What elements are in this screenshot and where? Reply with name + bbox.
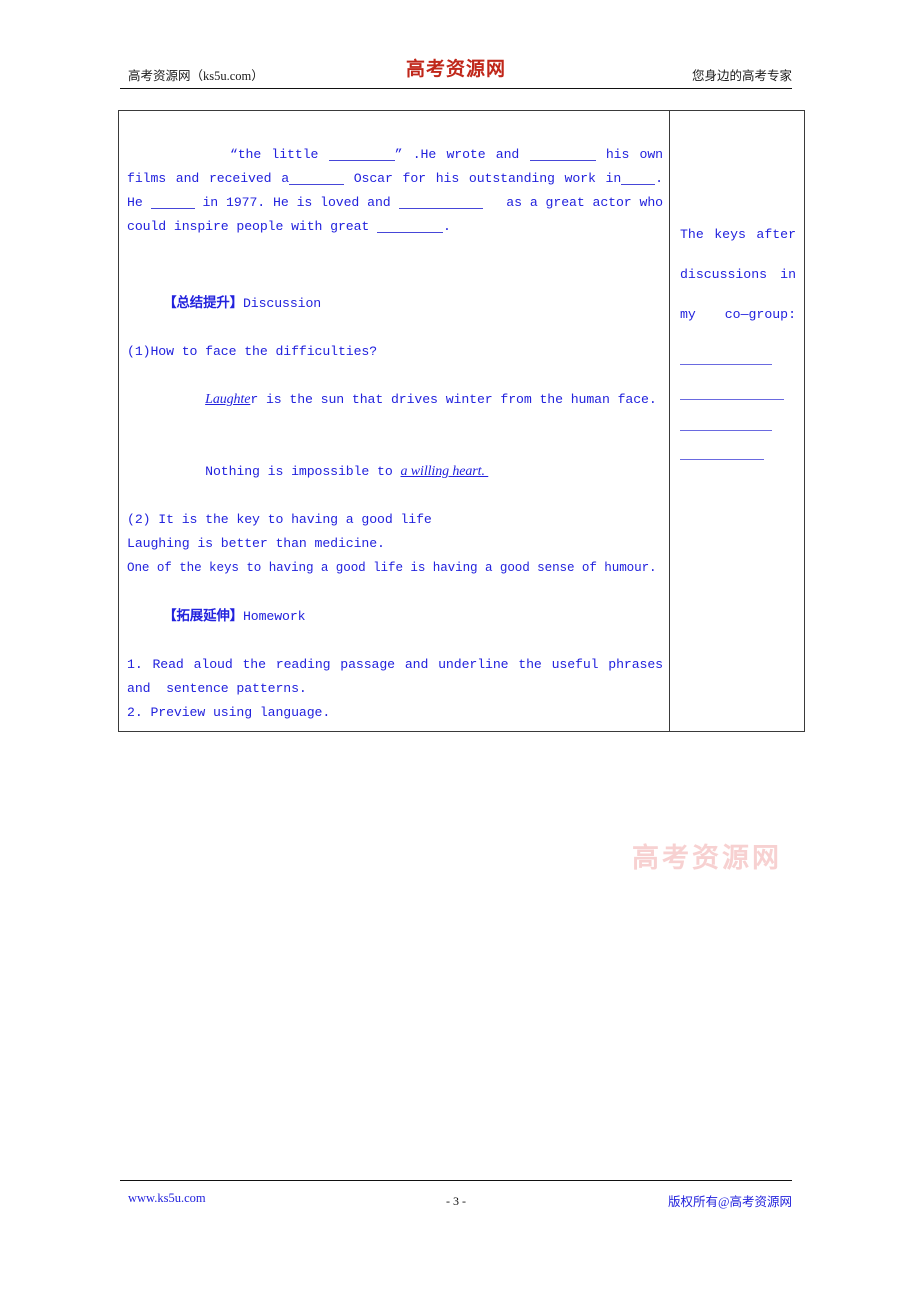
header-tagline: 您身边的高考专家 (691, 69, 792, 83)
discussion-question-1: (1)How to face the difficulties? (127, 344, 378, 359)
notes-blank-line-4[interactable] (680, 459, 764, 460)
cloze-paragraph: “the little ” .He wrote and his own film… (127, 119, 663, 263)
discussion-answer-2: Nothing is impossible to a willing heart… (127, 436, 663, 508)
cloze-blank-5[interactable] (150, 195, 195, 209)
table-cell-notes: The keys after discussions in my co—grou… (669, 110, 805, 732)
discussion-answer-3: Laughing is better than medicine. (127, 536, 385, 551)
section-tag-homework: 【拓展延伸】 (163, 608, 243, 623)
cloze-text-4: Oscar for his outstanding work in (344, 171, 622, 186)
cloze-text-8: . (443, 219, 451, 234)
cloze-blank-4[interactable] (621, 171, 656, 185)
table-row: “the little ” .He wrote and his own film… (118, 110, 805, 732)
discussion-answer-1: Laughter is the sun that drives winter f… (127, 364, 663, 436)
cloze-blank-7[interactable] (377, 219, 444, 233)
page-number: - 3 - (446, 1194, 466, 1208)
discussion-answer-4: One of the keys to having a good life is… (127, 561, 657, 575)
notes-blank-line-1[interactable] (680, 364, 772, 365)
cloze-text-6: in 1977. He is loved and (194, 195, 399, 210)
header-divider (120, 88, 792, 89)
cloze-blank-3[interactable] (289, 171, 345, 185)
answer-1-keyword: Laughte (205, 392, 251, 407)
homework-item-1: 1. Read aloud the reading passage and un… (127, 657, 671, 696)
lesson-plan-table: “the little ” .He wrote and his own film… (118, 110, 805, 732)
answer-2-keyword: a willing heart. (400, 464, 489, 479)
section-label-homework: Homework (242, 609, 306, 624)
table-cell-content: “the little ” .He wrote and his own film… (118, 110, 671, 732)
page-header: 高考资源网（ks5u.com） 高考资源网 您身边的高考专家 (120, 54, 792, 90)
header-logo: 高考资源网 (405, 59, 507, 80)
discussion-question-2: (2) It is the key to having a good life (127, 512, 432, 527)
page-footer: www.ks5u.com - 3 - 版权所有@高考资源网 (120, 1180, 792, 1214)
section-label-discussion: Discussion (242, 296, 322, 311)
footer-url[interactable]: www.ks5u.com (128, 1191, 206, 1206)
footer-copyright: 版权所有@高考资源网 (667, 1195, 792, 1209)
cloze-blank-2[interactable] (529, 147, 596, 161)
cloze-text-1: “the little (229, 147, 329, 162)
answer-2-pre: Nothing is impossible to (205, 464, 401, 479)
cloze-blank-6[interactable] (398, 195, 483, 209)
answer-1-rest: r is the sun that drives winter from the… (250, 392, 657, 407)
page-watermark: 高考资源网 (632, 843, 782, 873)
header-site-label: 高考资源网（ks5u.com） (128, 69, 264, 83)
notes-blank-line-2[interactable] (680, 399, 784, 400)
homework-item-2: 2. Preview using language. (127, 705, 331, 720)
cloze-blank-1[interactable] (328, 147, 395, 161)
notes-prompt: The keys after discussions in my co—grou… (680, 227, 796, 322)
cloze-text-2: ” .He wrote and (394, 147, 530, 162)
section-heading-discussion: 【总结提升】Discussion (127, 267, 663, 340)
notes-blank-line-3[interactable] (680, 430, 772, 431)
section-heading-homework: 【拓展延伸】Homework (127, 580, 663, 653)
footer-divider (120, 1180, 792, 1181)
section-tag-discussion: 【总结提升】 (163, 295, 243, 310)
